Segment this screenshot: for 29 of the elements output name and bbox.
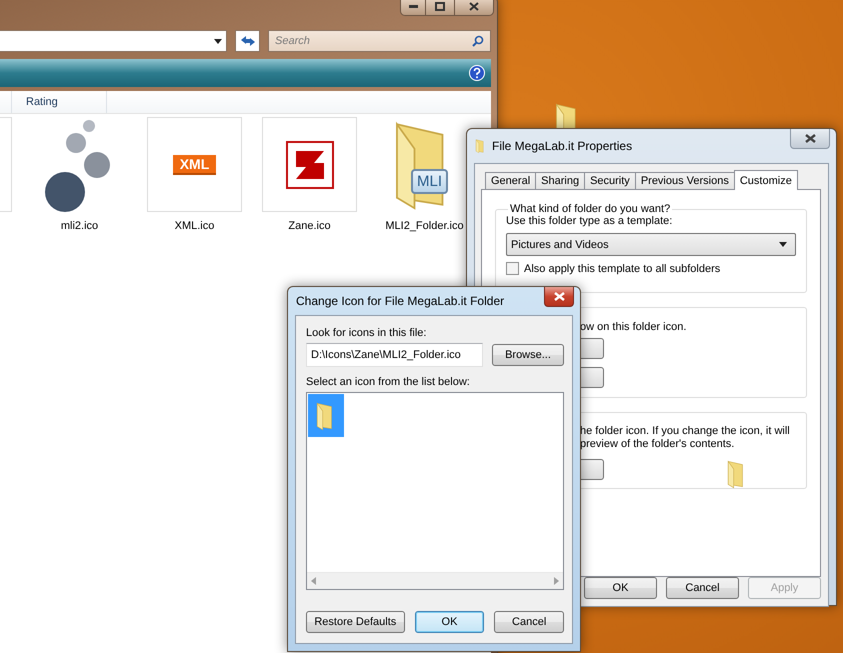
tab[interactable]: Customize [734,170,798,190]
template-label: Use this folder type as a template: [506,215,674,227]
checkbox-label: Also apply this template to all subfolders [524,262,720,274]
dialog-button[interactable]: Cancel [666,577,739,599]
file-name: Zane.ico [288,220,331,232]
file-path-field[interactable]: D:\Icons\Zane\MLI2_Folder.ico [306,343,483,367]
window-title: File MegaLab.it Properties [492,139,634,153]
window-title: Change Icon for File MegaLab.it Folder [296,294,506,308]
file-name: MLI2_Folder.ico [385,220,464,232]
template-dropdown[interactable]: Pictures and Videos [506,233,796,256]
file-name: XML.ico [174,220,214,232]
tab[interactable]: Security [584,172,636,189]
tab[interactable]: General [485,172,536,189]
dialog-button[interactable]: Cancel [494,611,564,633]
tab[interactable]: Previous Versions [634,172,735,189]
description-text: he folder icon. If you change the icon, it will preview of the folder's contents. [579,425,791,451]
group-title: What kind of folder do you want? [509,203,672,215]
dialog-button[interactable]: OK [584,577,657,599]
description-text: ow on this folder icon. [579,321,688,334]
column-header[interactable]: Rating [12,91,107,113]
mli-badge: MLI [411,169,448,194]
dialog-button[interactable]: Restore Defaults [306,611,405,633]
xml-badge: XML [172,154,216,174]
browse-button[interactable]: Browse... [492,344,564,366]
file-name: mli2.ico [60,220,98,232]
list-label: Select an icon from the list below: [306,376,471,388]
dialog-button[interactable]: OK [414,611,484,633]
tab[interactable]: Sharing [535,172,586,189]
field-label: Look for icons in this file: [306,327,428,339]
